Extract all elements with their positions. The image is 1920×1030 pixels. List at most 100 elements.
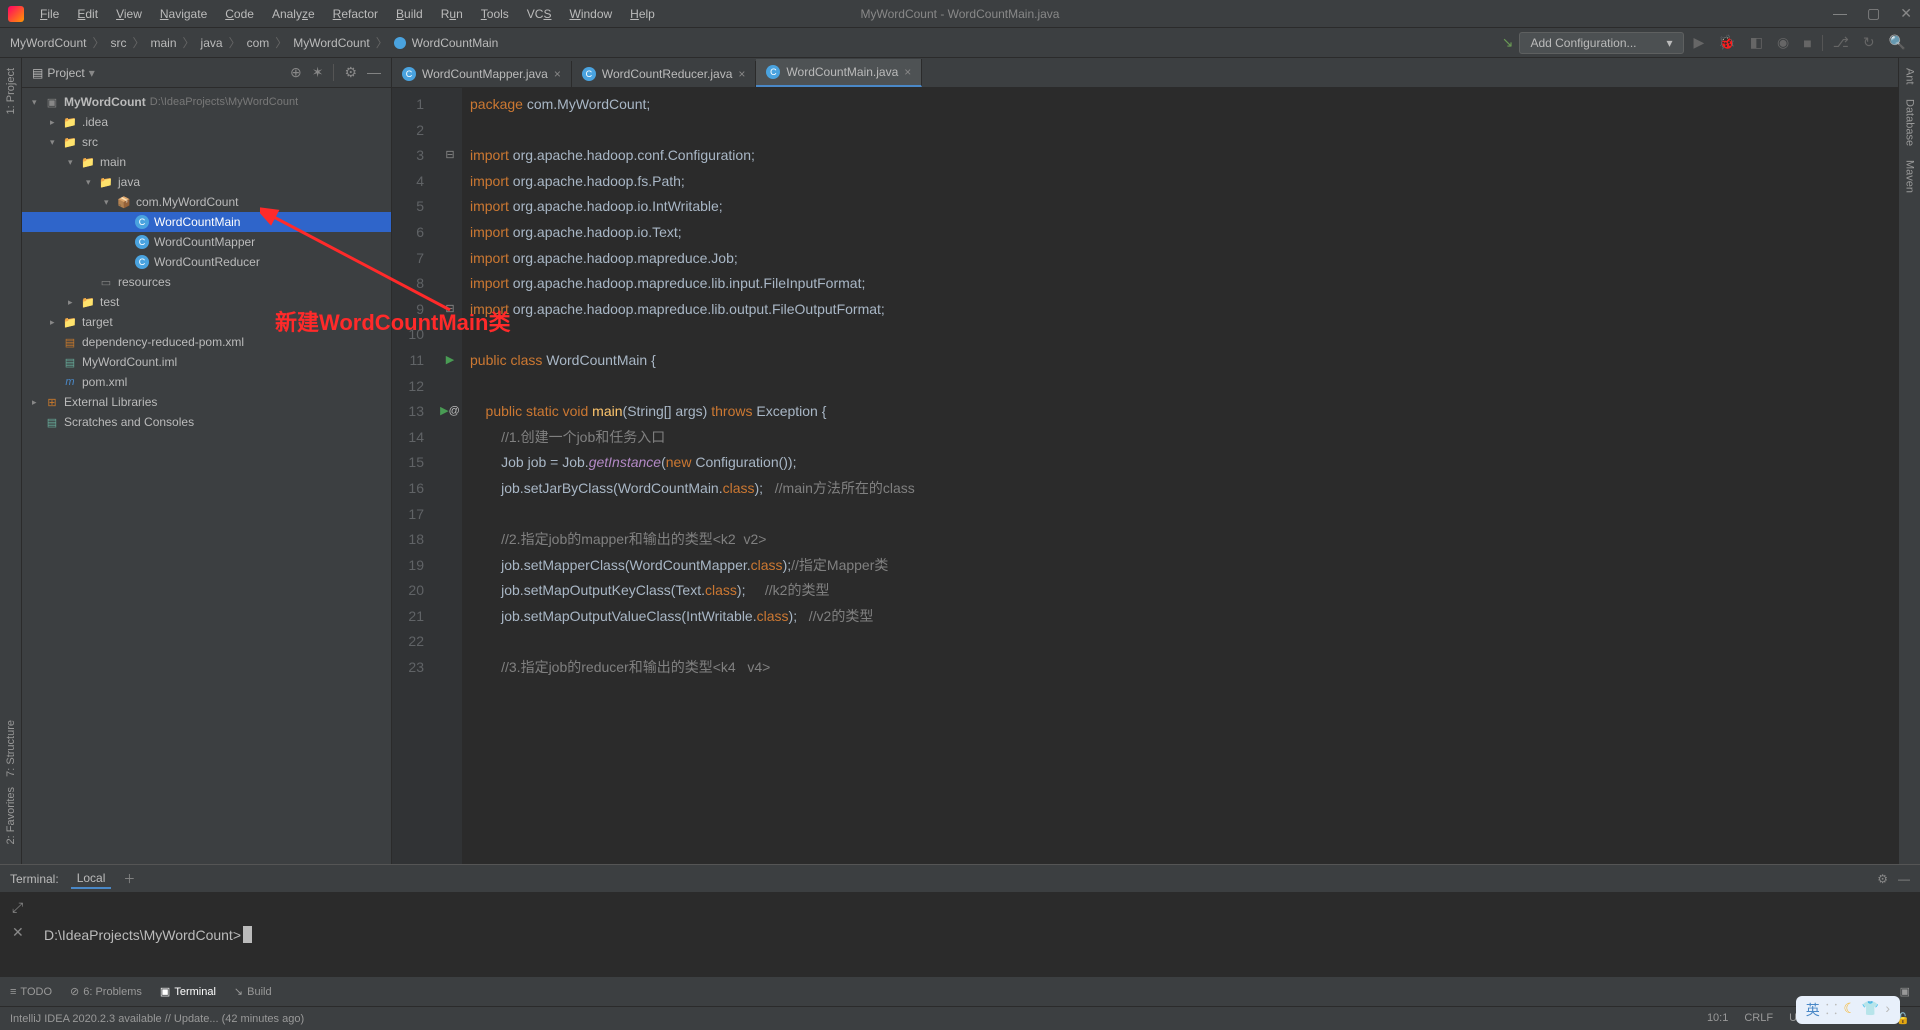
debug-icon[interactable]: 🐞 [1714, 34, 1739, 51]
bc-2[interactable]: main [151, 36, 177, 50]
menu-navigate[interactable]: Navigate [152, 5, 215, 23]
terminal-panel: Terminal: Local ＋ ⚙ — ⤢ ✕ D:\IdeaProject… [0, 864, 1920, 976]
project-tree: ▾▣MyWordCountD:\IdeaProjects\MyWordCount… [22, 88, 391, 864]
tree-scratches[interactable]: ▤Scratches and Consoles [22, 412, 391, 432]
search-icon[interactable]: 🔍 [1885, 34, 1910, 51]
bc-1[interactable]: src [111, 36, 127, 50]
build-icon[interactable]: ↘ [1502, 34, 1514, 51]
ime-badge[interactable]: 英⸬☾👕› [1796, 996, 1900, 1024]
bt-problems[interactable]: ⊘6: Problems [70, 985, 142, 998]
profile-icon[interactable]: ◉ [1773, 34, 1793, 51]
tree-dep-pom[interactable]: ▤dependency-reduced-pom.xml [22, 332, 391, 352]
hide-icon[interactable]: — [367, 64, 381, 81]
bt-build[interactable]: ↘Build [234, 985, 272, 998]
menu-edit[interactable]: Edit [69, 5, 106, 23]
add-configuration-button[interactable]: Add Configuration... ▾ [1519, 32, 1683, 54]
tab-reducer[interactable]: CWordCountReducer.java× [572, 61, 757, 87]
terminal-body[interactable]: ⤢ ✕ D:\IdeaProjects\MyWordCount> [0, 893, 1920, 976]
menu-refactor[interactable]: Refactor [325, 5, 386, 23]
tree-test[interactable]: ▸📁test [22, 292, 391, 312]
bc-6[interactable]: WordCountMain [412, 36, 498, 50]
tree-main[interactable]: ▾📁main [22, 152, 391, 172]
coverage-icon[interactable]: ◧ [1746, 34, 1767, 51]
tree-wordcountmain[interactable]: CWordCountMain [22, 212, 391, 232]
bt-toolwindows-icon[interactable]: ▣ [1900, 985, 1910, 998]
gutter-ant[interactable]: Ant [1904, 68, 1916, 85]
run-icon[interactable]: ▶ [1690, 34, 1709, 51]
gutter-structure[interactable]: 7: Structure [5, 720, 17, 777]
menu-run[interactable]: Run [433, 5, 471, 23]
code-lines[interactable]: package com.MyWordCount; import org.apac… [462, 88, 1920, 864]
tree-target[interactable]: ▸📁target [22, 312, 391, 332]
tree-java[interactable]: ▾📁java [22, 172, 391, 192]
gear-icon[interactable]: ⚙ [344, 64, 357, 81]
window-controls: — ▢ ✕ [1833, 5, 1912, 22]
bc-4[interactable]: com [247, 36, 270, 50]
expand-icon[interactable]: ✶ [312, 64, 324, 81]
tree-root[interactable]: ▾▣MyWordCountD:\IdeaProjects\MyWordCount [22, 92, 391, 112]
hide-icon[interactable]: — [1898, 872, 1910, 886]
gutter-database[interactable]: Database [1904, 99, 1916, 146]
nav-right: ↘ Add Configuration... ▾ ▶ 🐞 ◧ ◉ ■ ⎇ ↻ 🔍 [1502, 32, 1910, 54]
tab-mapper[interactable]: CWordCountMapper.java× [392, 61, 572, 87]
stop-icon[interactable]: ■ [1799, 35, 1815, 51]
terminal-tab-local[interactable]: Local [71, 869, 112, 889]
close-icon[interactable]: × [554, 67, 561, 81]
gutter-maven[interactable]: Maven [1904, 160, 1916, 193]
class-icon: C [582, 67, 596, 81]
menu-tools[interactable]: Tools [473, 5, 517, 23]
chevron-down-icon: ▾ [1667, 36, 1673, 50]
status-message[interactable]: IntelliJ IDEA 2020.2.3 available // Upda… [10, 1013, 304, 1025]
run-gutter-icon[interactable]: ▶ [438, 348, 462, 374]
tree-iml[interactable]: ▤MyWordCount.iml [22, 352, 391, 372]
breadcrumb: MyWordCount〉 src〉 main〉 java〉 com〉 MyWor… [10, 34, 498, 51]
tree-wordcountmapper[interactable]: CWordCountMapper [22, 232, 391, 252]
right-tool-gutter: Ant Database Maven [1898, 58, 1920, 864]
tree-package[interactable]: ▾📦com.MyWordCount [22, 192, 391, 212]
close-icon[interactable]: × [904, 65, 911, 79]
add-terminal-icon[interactable]: ＋ [123, 870, 135, 887]
tree-external-libraries[interactable]: ▸⊞External Libraries [22, 392, 391, 412]
bc-0[interactable]: MyWordCount [10, 36, 86, 50]
bc-5[interactable]: MyWordCount [293, 36, 369, 50]
left-tool-gutter: 1: Project 7: Structure 2: Favorites [0, 58, 22, 864]
class-icon: C [402, 67, 416, 81]
titlebar: File Edit View Navigate Code Analyze Ref… [0, 0, 1920, 28]
project-panel-title[interactable]: ▤ Project ▾ [32, 66, 95, 80]
minimize-icon[interactable]: — [1833, 5, 1847, 22]
update-icon[interactable]: ↻ [1859, 34, 1879, 51]
status-position[interactable]: 10:1 [1707, 1012, 1728, 1025]
code-editor[interactable]: 1234567891011121314151617181920212223 ⊟⊟… [392, 88, 1920, 864]
locate-icon[interactable]: ⊕ [290, 64, 302, 81]
menu-analyze[interactable]: Analyze [264, 5, 323, 23]
tree-idea[interactable]: ▸📁.idea [22, 112, 391, 132]
gutter-favorites[interactable]: 2: Favorites [5, 787, 17, 844]
menu-file[interactable]: File [32, 5, 67, 23]
menu-vcs[interactable]: VCS [519, 5, 560, 23]
window-title: MyWordCount - WordCountMain.java [861, 7, 1060, 21]
tree-resources[interactable]: ▭resources [22, 272, 391, 292]
run-gutter-icon[interactable]: ▶ @ [438, 399, 462, 425]
tab-main[interactable]: CWordCountMain.java× [756, 59, 922, 87]
close-icon[interactable]: ✕ [1900, 5, 1912, 22]
bc-3[interactable]: java [201, 36, 223, 50]
expand-icon[interactable]: ⤢ [12, 899, 34, 916]
gear-icon[interactable]: ⚙ [1877, 872, 1888, 886]
menu-window[interactable]: Window [561, 5, 620, 23]
close-icon[interactable]: ✕ [12, 924, 34, 941]
bt-todo[interactable]: ≡TODO [10, 986, 52, 998]
tree-pom[interactable]: mpom.xml [22, 372, 391, 392]
bt-terminal[interactable]: ▣Terminal [160, 985, 216, 998]
menu-build[interactable]: Build [388, 5, 431, 23]
status-line-sep[interactable]: CRLF [1744, 1012, 1773, 1025]
menu-code[interactable]: Code [217, 5, 262, 23]
menu-view[interactable]: View [108, 5, 150, 23]
tree-src[interactable]: ▾📁src [22, 132, 391, 152]
menu-bar: File Edit View Navigate Code Analyze Ref… [32, 5, 663, 23]
gutter-project[interactable]: 1: Project [5, 68, 17, 114]
close-icon[interactable]: × [738, 67, 745, 81]
git-icon[interactable]: ⎇ [1829, 34, 1853, 51]
tree-wordcountreducer[interactable]: CWordCountReducer [22, 252, 391, 272]
maximize-icon[interactable]: ▢ [1867, 5, 1880, 22]
menu-help[interactable]: Help [622, 5, 663, 23]
